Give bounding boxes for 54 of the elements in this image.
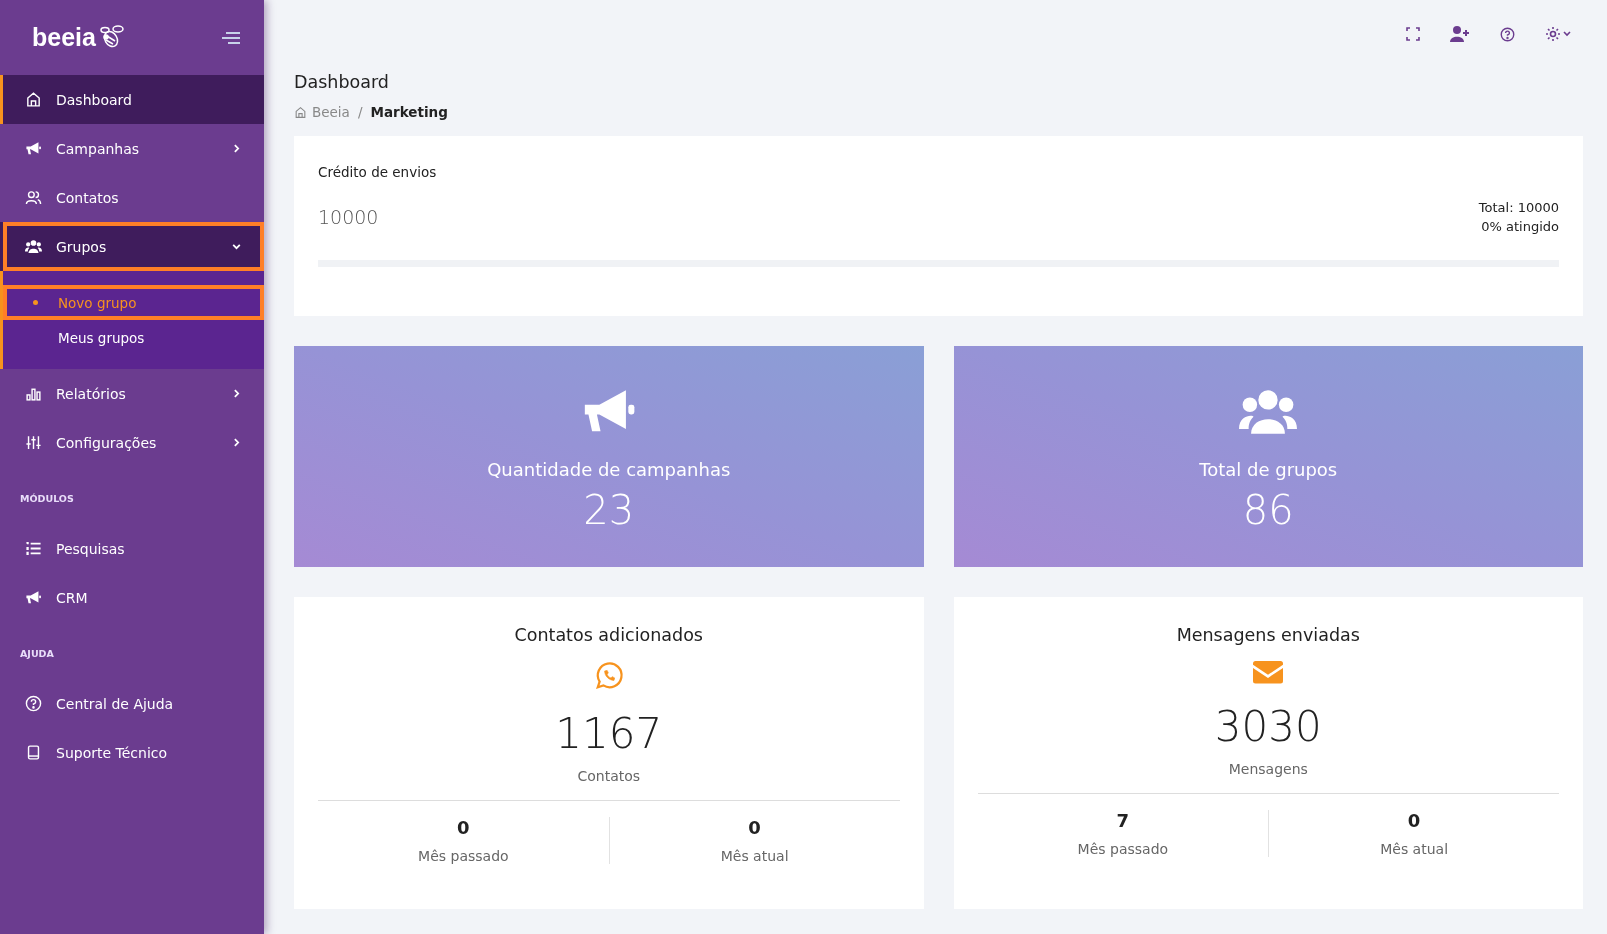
month-label: Mês passado [418, 848, 509, 864]
nav-item[interactable]: CRM [0, 573, 264, 622]
nav-item[interactable]: Relatórios [0, 369, 264, 418]
card-title: Contatos adicionados [514, 625, 703, 645]
month-value: 0 [748, 817, 761, 838]
brand-logo: beeia [32, 23, 96, 52]
nav-item[interactable]: Dashboard [0, 75, 264, 124]
users-icon [25, 189, 42, 206]
breadcrumb-separator: / [357, 104, 363, 120]
book-icon [25, 744, 42, 761]
credit-total: Total: 10000 [1478, 200, 1559, 215]
section-heading: MÓDULOS [19, 492, 75, 506]
fullscreen-button[interactable] [1404, 25, 1422, 43]
nav-item[interactable]: Grupos [0, 222, 264, 271]
stat-label: Quantidade de campanhas [487, 459, 731, 480]
month-value: 0 [457, 817, 470, 838]
home-icon [25, 91, 42, 108]
envelope-icon [1253, 661, 1284, 684]
megaphone-icon [25, 140, 42, 157]
summary-unit: Mensagens [1228, 760, 1308, 777]
summary-unit: Contatos [577, 768, 641, 784]
summary-value: 3030 [1214, 701, 1322, 751]
chat-phone-icon [593, 661, 624, 691]
stat-label: Total de grupos [1199, 459, 1338, 480]
nav-item[interactable]: Configurações [0, 418, 264, 467]
summary-value: 1167 [555, 709, 663, 758]
month-label: Mês passado [1077, 840, 1169, 857]
card-title: Crédito de envios [318, 164, 438, 180]
stat-value: 86 [1242, 490, 1294, 530]
nav-item[interactable]: Contatos [0, 173, 264, 222]
numbered-list-icon [25, 540, 42, 557]
submenu-item[interactable]: Meus grupos [3, 320, 264, 355]
megaphone-icon [25, 589, 42, 606]
breadcrumb-current: Marketing [370, 104, 448, 120]
nav-item[interactable]: Suporte Técnico [0, 728, 264, 777]
page-title: Dashboard [294, 72, 390, 92]
help-icon [25, 695, 42, 712]
stat-value: 23 [583, 490, 635, 530]
sliders-icon [25, 434, 42, 451]
month-label: Mês atual [720, 848, 789, 864]
month-label: Mês atual [1380, 840, 1449, 857]
nav-item[interactable]: Pesquisas [0, 524, 264, 573]
credit-percent: 0% atingido [1481, 219, 1559, 234]
card-title: Mensagens enviadas [1176, 625, 1360, 645]
home-icon [294, 105, 307, 119]
month-value: 7 [1116, 809, 1130, 831]
nav-item[interactable]: Campanhas [0, 124, 264, 173]
credit-value: 10000 [318, 206, 379, 228]
month-value: 0 [1407, 809, 1421, 831]
add-user-button[interactable] [1448, 24, 1472, 44]
submenu-item[interactable]: Novo grupo [3, 285, 264, 320]
people-group-icon [25, 238, 42, 255]
nav-item[interactable]: Central de Ajuda [0, 679, 264, 728]
section-heading: AJUDA [19, 647, 55, 661]
